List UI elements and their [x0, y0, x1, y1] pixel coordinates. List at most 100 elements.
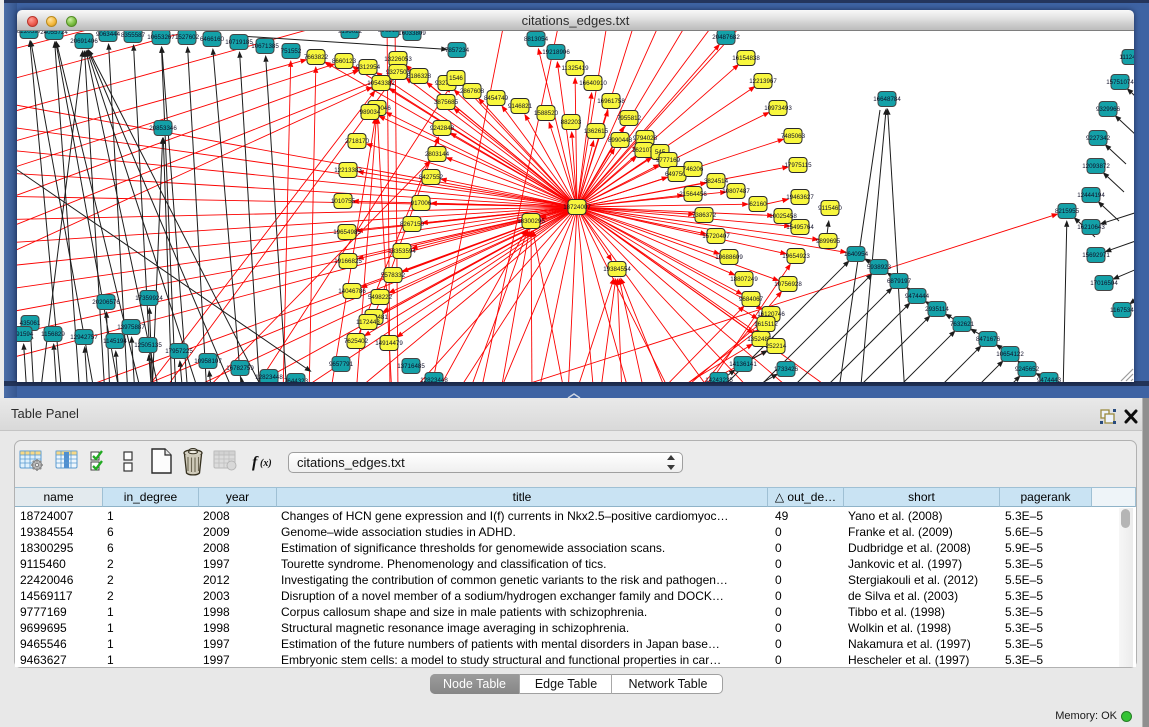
svg-text:12444194: 12444194	[1077, 192, 1105, 199]
svg-text:19218906: 19218906	[542, 49, 570, 56]
svg-text:8215955: 8215955	[1055, 208, 1080, 215]
svg-text:12942757: 12942757	[70, 334, 98, 341]
svg-text:6466160: 6466160	[200, 36, 225, 43]
svg-text:7644323: 7644323	[284, 378, 309, 382]
svg-text:14914479: 14914479	[375, 340, 403, 347]
svg-text:2803144: 2803144	[425, 151, 450, 158]
svg-text:1546: 1546	[449, 75, 463, 82]
svg-text:19654923: 19654923	[782, 253, 810, 260]
svg-text:17957225: 17957225	[165, 348, 193, 355]
svg-text:14136141: 14136141	[729, 361, 757, 368]
svg-text:16648784: 16648784	[873, 96, 901, 103]
svg-text:746206: 746206	[683, 166, 704, 173]
svg-text:6879197: 6879197	[887, 278, 912, 285]
svg-text:10671385: 10671385	[251, 43, 279, 50]
svg-text:20691406: 20691406	[70, 38, 98, 45]
svg-text:989034: 989034	[360, 109, 381, 116]
svg-text:1615112: 1615112	[754, 321, 778, 328]
svg-text:9312954: 9312954	[356, 64, 381, 71]
svg-text:9146821: 9146821	[508, 103, 533, 110]
svg-text:8355587: 8355587	[121, 32, 146, 39]
svg-text:8267150: 8267150	[400, 221, 425, 228]
svg-text:2867608: 2867608	[460, 88, 485, 95]
svg-text:7485063: 7485063	[781, 133, 806, 140]
svg-text:9196022: 9196022	[338, 31, 363, 35]
svg-text:9474444: 9474444	[905, 293, 930, 300]
svg-text:24055724: 24055724	[40, 31, 68, 36]
svg-text:391594: 391594	[17, 331, 34, 338]
svg-text:7625402: 7625402	[344, 338, 369, 345]
svg-text:2935114: 2935114	[925, 306, 949, 313]
svg-text:7955812: 7955812	[617, 115, 642, 122]
svg-text:1527602: 1527602	[175, 34, 200, 41]
svg-text:9684067: 9684067	[739, 296, 764, 303]
svg-text:16033809: 16033809	[398, 31, 426, 37]
svg-text:17016504: 17016504	[1090, 280, 1118, 287]
svg-text:9115460: 9115460	[818, 205, 842, 212]
svg-text:11325419: 11325419	[561, 65, 589, 72]
svg-text:20487682: 20487682	[712, 34, 740, 41]
svg-text:3875685: 3875685	[434, 99, 459, 106]
svg-text:5498222: 5498222	[368, 294, 393, 301]
svg-text:9242848: 9242848	[430, 125, 455, 132]
svg-text:15751074: 15751074	[1106, 79, 1134, 86]
svg-text:12823448: 12823448	[255, 374, 283, 381]
svg-text:8454749: 8454749	[484, 95, 509, 102]
svg-text:62160: 62160	[749, 201, 767, 208]
svg-text:17975115: 17975115	[784, 162, 812, 169]
svg-text:10807487: 10807487	[722, 188, 750, 195]
svg-text:12505135: 12505135	[134, 342, 162, 349]
svg-text:1362615: 1362615	[584, 128, 609, 135]
svg-text:12213383: 12213383	[334, 167, 362, 174]
svg-text:1112443: 1112443	[1119, 54, 1134, 61]
svg-text:13975887: 13975887	[117, 324, 145, 331]
svg-text:15692971: 15692971	[1082, 252, 1110, 259]
svg-text:10719185: 10719185	[225, 39, 253, 46]
svg-text:1167534: 1167534	[1110, 307, 1134, 314]
svg-text:19384554: 19384554	[603, 266, 631, 273]
svg-text:14046786: 14046786	[338, 288, 366, 295]
svg-text:19654985: 19654985	[333, 229, 361, 236]
svg-text:10688609: 10688609	[715, 254, 743, 261]
svg-text:9777169: 9777169	[656, 157, 681, 164]
svg-text:7663822: 7663822	[304, 54, 329, 61]
svg-text:16640910: 16640910	[579, 80, 607, 87]
svg-text:1640954: 1640954	[844, 251, 869, 258]
svg-text:8186328: 8186328	[407, 73, 432, 80]
svg-text:1156829: 1156829	[41, 331, 65, 338]
svg-text:16154838: 16154838	[732, 55, 760, 62]
svg-text:7386372: 7386372	[692, 212, 717, 219]
svg-text:9794028: 9794028	[633, 135, 658, 142]
svg-text:7857234: 7857234	[445, 47, 470, 54]
svg-text:1145194: 1145194	[103, 338, 127, 345]
svg-text:20853346: 20853346	[149, 125, 177, 132]
svg-text:9245652: 9245652	[1015, 366, 1040, 373]
svg-text:16782759: 16782759	[226, 365, 254, 372]
svg-text:16961758: 16961758	[597, 98, 625, 105]
svg-text:751552: 751552	[281, 48, 302, 55]
svg-text:252214: 252214	[766, 343, 787, 350]
svg-text:10653267: 10653267	[147, 34, 175, 41]
svg-text:10958107: 10958107	[194, 358, 222, 365]
svg-text:1733426: 1733426	[774, 366, 799, 373]
svg-text:12213967: 12213967	[749, 78, 777, 85]
svg-text:8220597: 8220597	[17, 31, 42, 35]
svg-text:8813054: 8813054	[524, 36, 549, 43]
svg-text:17359924: 17359924	[135, 295, 163, 302]
svg-text:f: f	[252, 454, 259, 471]
svg-text:13716485: 13716485	[397, 363, 425, 370]
svg-text:10654122: 10654122	[996, 351, 1024, 358]
svg-text:7632621: 7632621	[950, 321, 975, 328]
svg-text:10543382: 10543382	[367, 80, 395, 87]
svg-text:917006: 917006	[411, 200, 432, 207]
svg-text:18724007: 18724007	[563, 204, 591, 211]
svg-text:15720407: 15720407	[702, 233, 730, 240]
svg-text:8660123: 8660123	[332, 58, 357, 65]
svg-text:19463627: 19463627	[786, 194, 814, 201]
svg-text:2718170: 2718170	[345, 138, 370, 145]
svg-text:18807249: 18807249	[730, 276, 758, 283]
svg-text:19166825: 19166825	[334, 258, 362, 265]
svg-text:9227342: 9227342	[1086, 135, 1111, 142]
svg-text:13353594: 13353594	[388, 248, 416, 255]
svg-text:13226053: 13226053	[384, 56, 412, 63]
